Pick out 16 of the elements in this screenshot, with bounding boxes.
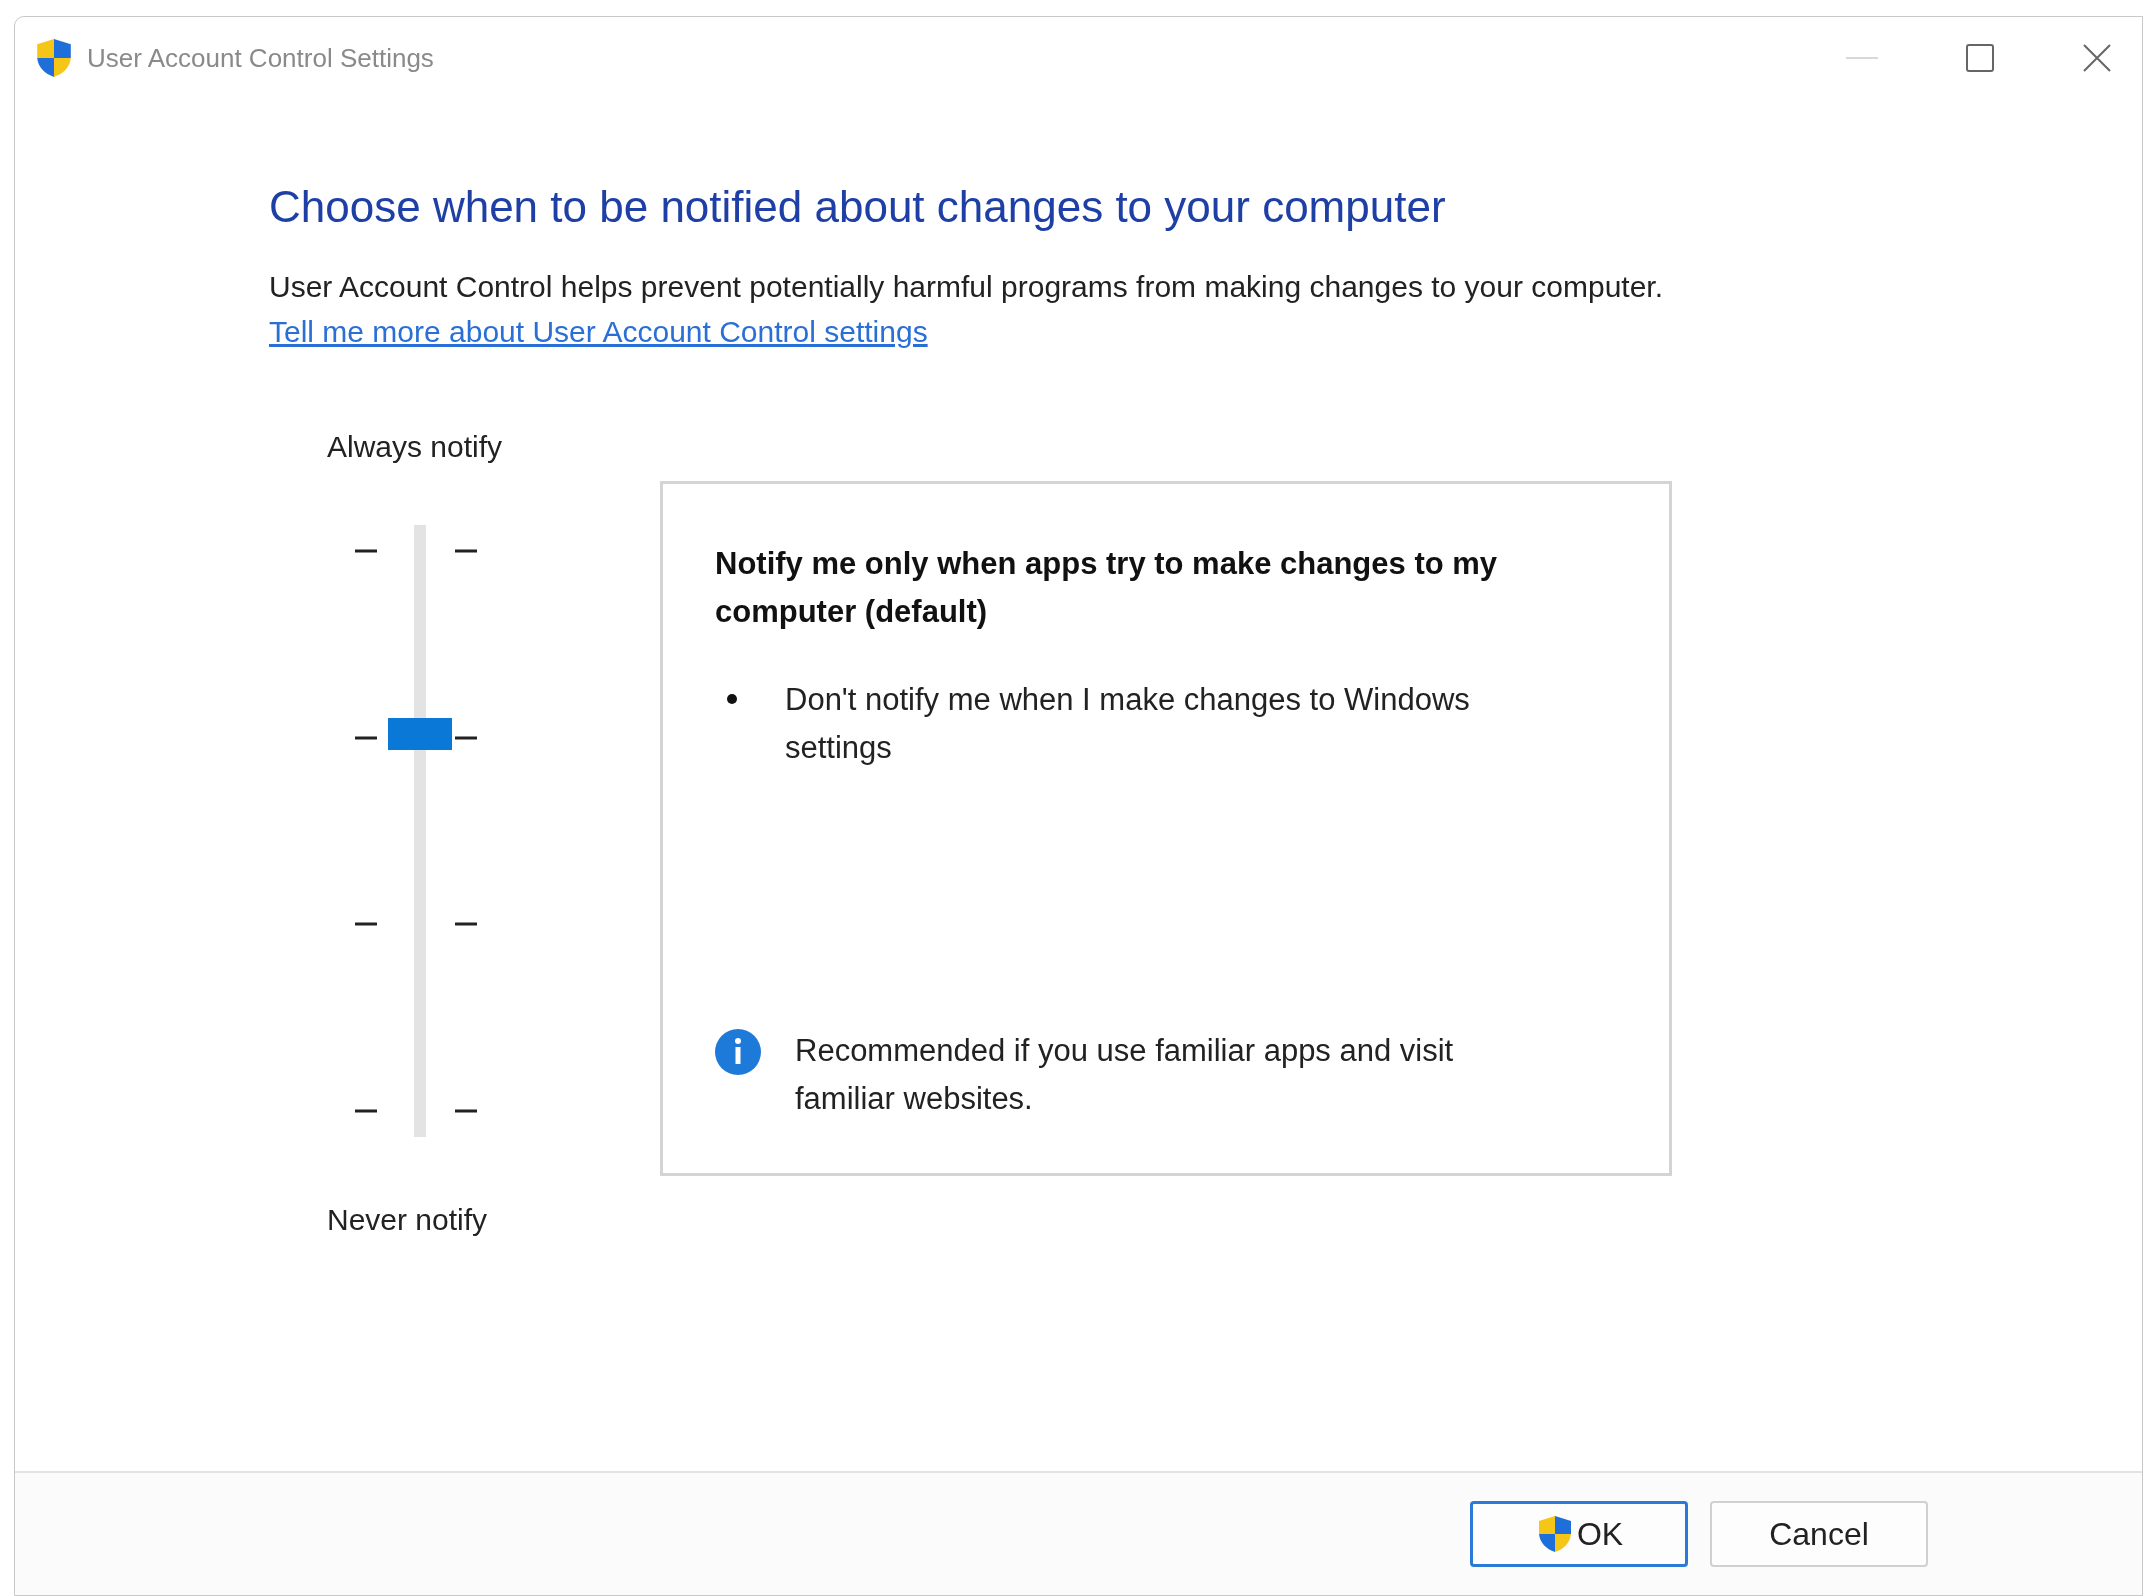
close-icon[interactable] [2082,43,2112,73]
slider-bottom-label: Never notify [327,1202,488,1238]
description: User Account Control helps prevent potentially harmful programs from making changes to your computer. [269,269,1664,305]
heading: Choose when to be notified about changes to your computer [269,181,1447,233]
recommendation-note: Recommended if you use familiar apps and visit familiar websites. [795,1032,1455,1118]
window-title: User Account Control Settings [87,41,434,75]
slider-thumb[interactable] [388,718,452,751]
help-link[interactable]: Tell me more about User Account Control settings [269,315,928,348]
cancel-button[interactable]: Cancel [1710,1501,1928,1567]
bullet-icon [727,694,737,704]
panel-title: Notify me only when apps try to make changes to my computer (default) [715,545,1499,631]
maximize-icon[interactable] [1966,44,1994,72]
bullet-text: Don't notify me when I make changes to Windows settings [785,681,1471,767]
slider-top-label: Always notify [327,429,503,465]
info-icon [715,1029,761,1075]
ok-button[interactable]: OK [1470,1501,1688,1567]
